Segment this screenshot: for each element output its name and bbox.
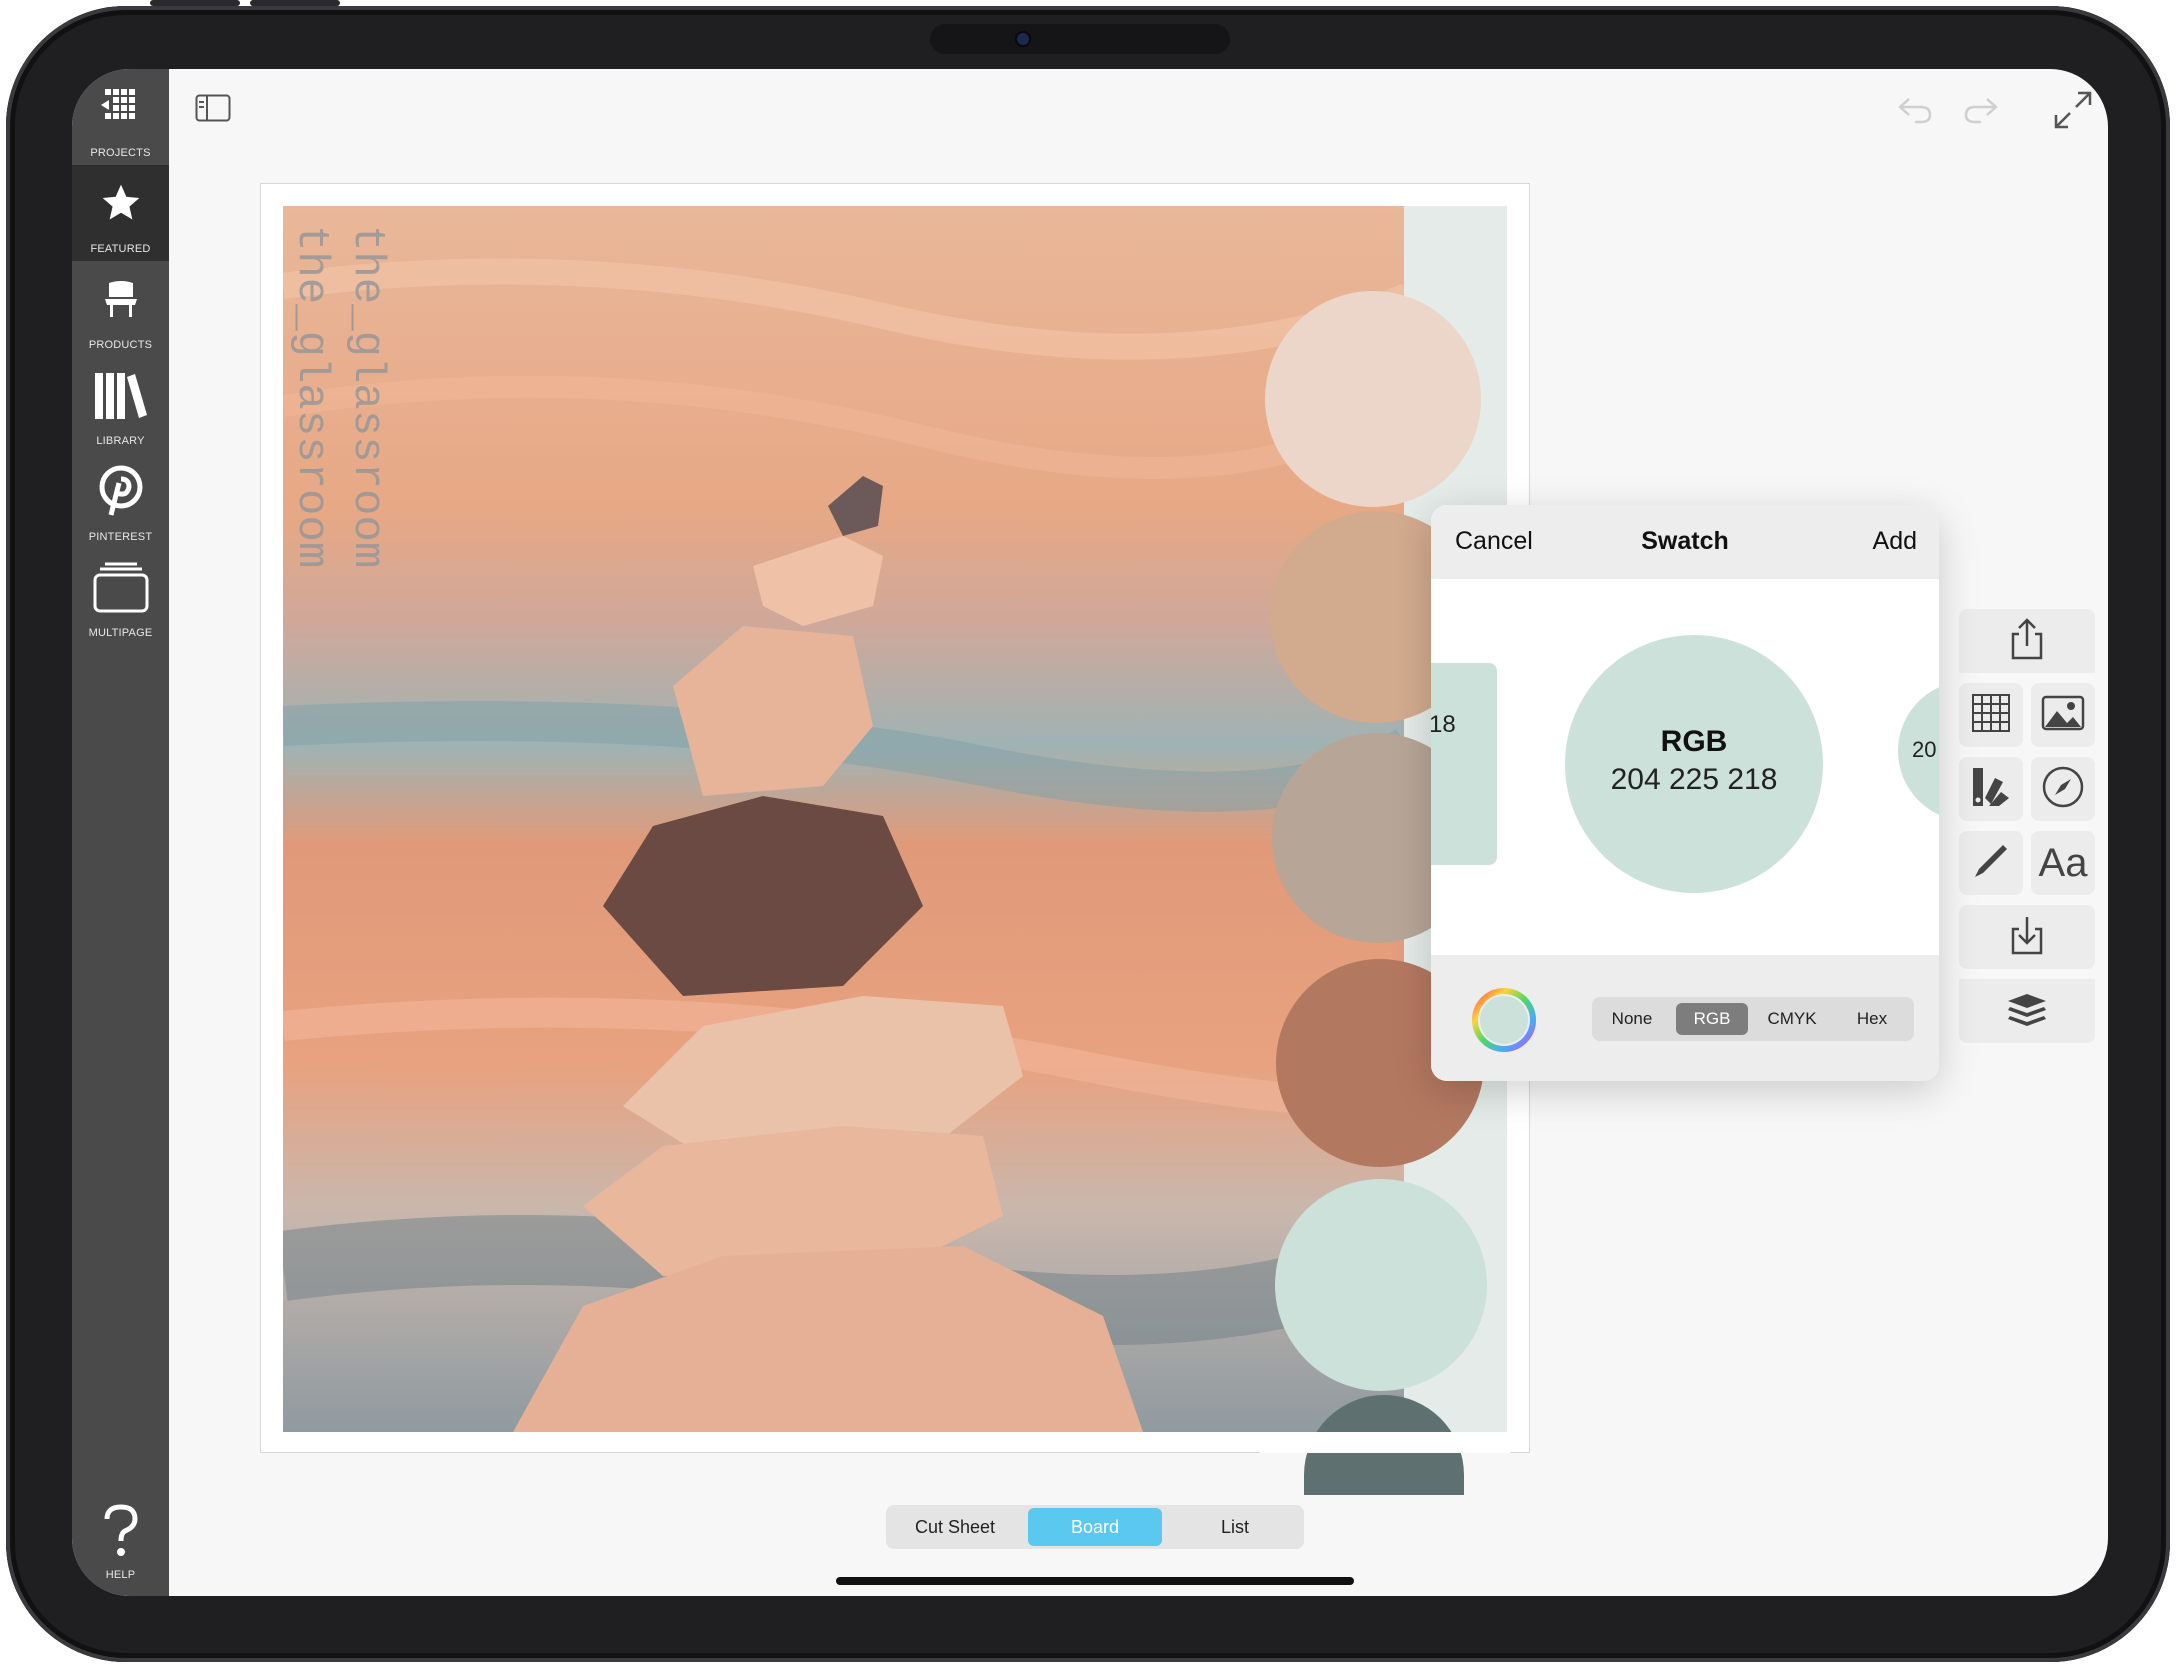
- pen-icon: [1971, 841, 2011, 886]
- mode-none[interactable]: None: [1596, 1003, 1668, 1035]
- help-icon: [72, 1503, 169, 1559]
- sidebar-toggle-icon[interactable]: [195, 94, 231, 127]
- camera-housing: [930, 24, 1230, 54]
- sidebar-item-label: PINTEREST: [88, 531, 153, 543]
- grid-table-icon: [1971, 693, 2011, 738]
- pinterest-icon: [72, 463, 169, 519]
- layers-icon: [2006, 992, 2048, 1031]
- mode-hex[interactable]: Hex: [1836, 1003, 1908, 1035]
- sidebar-item-projects[interactable]: PROJECTS: [72, 69, 169, 165]
- swatch-color-value: 204 225 218: [1610, 763, 1778, 796]
- sidebar-item-label: PROJECTS: [90, 147, 151, 159]
- pen-button[interactable]: [1959, 831, 2023, 895]
- sidebar: PROJECTS FEATURED PRODUCTS LIBRARY PINTE…: [72, 69, 169, 1596]
- swatch-tool-button[interactable]: [1959, 757, 2023, 821]
- sidebar-item-featured[interactable]: FEATURED: [72, 165, 169, 261]
- download-button[interactable]: [1959, 905, 2095, 969]
- sidebar-item-products[interactable]: PRODUCTS: [72, 261, 169, 357]
- watermark-text: the_glassroom: [342, 225, 392, 569]
- pages-icon: [72, 559, 169, 615]
- sidebar-item-multipage[interactable]: MULTIPAGE: [72, 549, 169, 645]
- share-icon: [2009, 617, 2045, 665]
- share-button[interactable]: [1959, 609, 2095, 673]
- mode-cmyk[interactable]: CMYK: [1752, 1003, 1832, 1035]
- sidebar-item-label: PRODUCTS: [88, 339, 153, 351]
- board-photo[interactable]: [283, 206, 1407, 1432]
- fullscreen-icon[interactable]: [2052, 89, 2094, 136]
- palette-swatch[interactable]: [1265, 291, 1481, 507]
- chair-icon: [72, 271, 169, 327]
- grid-icon: [72, 79, 169, 135]
- swatch-icon: [1971, 766, 2011, 813]
- redo-icon[interactable]: [1963, 95, 1999, 130]
- sidebar-item-library[interactable]: LIBRARY: [72, 357, 169, 453]
- text-button[interactable]: Aa: [2031, 831, 2095, 895]
- swatch-popover: Cancel Swatch Add 18 RGB 204 225 218 20: [1431, 505, 1939, 1081]
- view-list[interactable]: List: [1170, 1508, 1300, 1546]
- prev-swatch-card[interactable]: 18: [1431, 663, 1497, 865]
- download-icon: [2009, 915, 2045, 960]
- grid-table-button[interactable]: [1959, 683, 2023, 747]
- popover-footer: None RGB CMYK Hex: [1431, 955, 1939, 1081]
- current-swatch[interactable]: RGB 204 225 218: [1565, 635, 1823, 893]
- next-swatch-card[interactable]: 20: [1898, 681, 1939, 821]
- popover-header: Cancel Swatch Add: [1431, 505, 1939, 579]
- view-cut-sheet[interactable]: Cut Sheet: [890, 1508, 1020, 1546]
- sidebar-item-label: LIBRARY: [96, 435, 145, 447]
- color-mode-segmented-control: None RGB CMYK Hex: [1592, 997, 1914, 1041]
- watermark-text: the_glassroom: [286, 225, 336, 569]
- image-button[interactable]: [2031, 683, 2095, 747]
- home-indicator: [836, 1577, 1354, 1585]
- star-icon: [72, 175, 169, 231]
- sidebar-item-pinterest[interactable]: PINTEREST: [72, 453, 169, 549]
- popover-title: Swatch: [1641, 527, 1729, 555]
- sidebar-item-label: FEATURED: [90, 243, 151, 255]
- palette-swatch[interactable]: [1275, 1179, 1487, 1391]
- add-button[interactable]: Add: [1873, 527, 1917, 556]
- sidebar-item-label: HELP: [105, 1569, 136, 1581]
- app-screen: PROJECTS FEATURED PRODUCTS LIBRARY PINTE…: [72, 69, 2108, 1596]
- books-icon: [72, 367, 169, 423]
- next-swatch-value: 20: [1912, 737, 1937, 762]
- sidebar-item-label: MULTIPAGE: [88, 627, 153, 639]
- layers-button[interactable]: [1959, 979, 2095, 1043]
- sidebar-item-help[interactable]: HELP: [72, 1489, 169, 1589]
- undo-icon[interactable]: [1897, 95, 1933, 130]
- board-bottom-margin: [1260, 1432, 1510, 1453]
- view-switcher: Cut Sheet Board List: [886, 1505, 1304, 1549]
- color-wheel-icon[interactable]: [1471, 987, 1537, 1058]
- camera-icon: [1017, 33, 1029, 45]
- compass-button[interactable]: [2031, 757, 2095, 821]
- prev-swatch-value: 18: [1431, 711, 1456, 738]
- text-icon: Aa: [2038, 840, 2088, 885]
- compass-icon: [2041, 765, 2085, 814]
- image-icon: [2041, 695, 2085, 736]
- swatch-color-model: RGB: [1660, 725, 1728, 758]
- mode-rgb[interactable]: RGB: [1676, 1003, 1748, 1035]
- device-button: [250, 0, 340, 6]
- view-board[interactable]: Board: [1028, 1508, 1162, 1546]
- device-button: [150, 0, 240, 6]
